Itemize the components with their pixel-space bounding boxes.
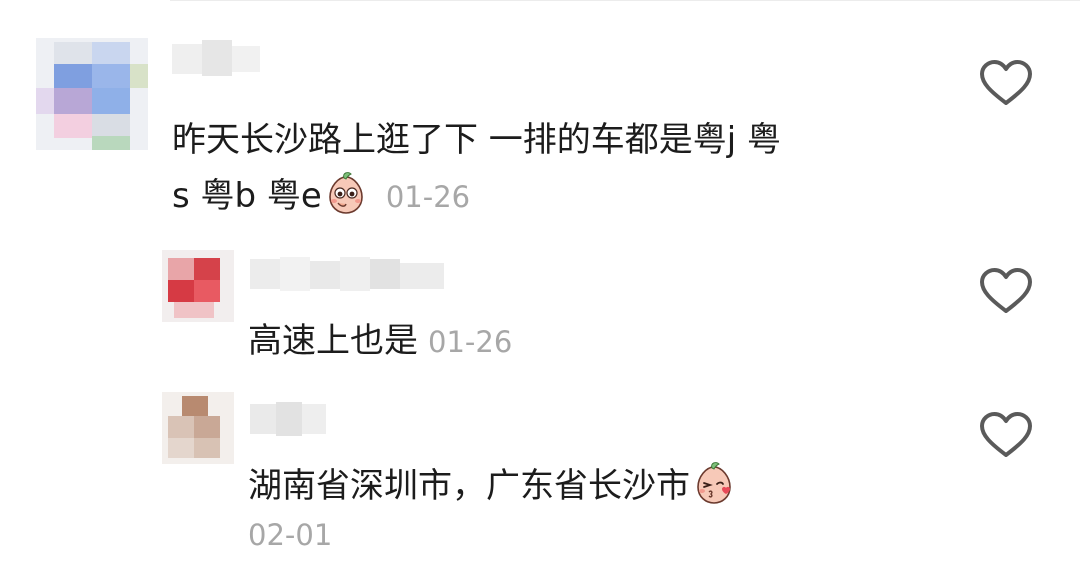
like-heart-icon[interactable] bbox=[978, 408, 1034, 464]
comment-text-line1: 昨天长沙路上逛了下 一排的车都是粤j 粤 bbox=[172, 120, 782, 160]
comment-date: 01-26 bbox=[385, 180, 471, 214]
avatar[interactable] bbox=[162, 250, 234, 322]
comment-text-row: 高速上也是 01-26 bbox=[248, 313, 512, 370]
comment-date: 01-26 bbox=[428, 325, 513, 359]
comment-text: 湖南省深圳市，广东省长沙市 bbox=[248, 466, 690, 506]
username-blurred[interactable] bbox=[172, 40, 262, 78]
like-heart-icon[interactable] bbox=[978, 264, 1034, 320]
peach-shy-emoji bbox=[329, 172, 363, 214]
comment-date: 02-01 bbox=[248, 518, 333, 552]
comment-text-line2: s 粤b 粤e bbox=[172, 176, 322, 216]
comment-text-row: 湖南省深圳市，广东省长沙市 bbox=[248, 458, 740, 514]
avatar[interactable] bbox=[36, 38, 148, 150]
like-heart-icon[interactable] bbox=[978, 56, 1034, 112]
avatar[interactable] bbox=[162, 392, 234, 464]
comment-text: 高速上也是 bbox=[248, 321, 418, 361]
username-blurred[interactable] bbox=[250, 255, 450, 295]
peach-kiss-emoji bbox=[697, 462, 731, 504]
username-blurred[interactable] bbox=[250, 400, 330, 440]
comment-text: 昨天长沙路上逛了下 一排的车都是粤j 粤 bbox=[172, 112, 781, 168]
comment-text-line2-row: s 粤b 粤e 01-26 bbox=[172, 168, 470, 225]
separator-line bbox=[170, 0, 1080, 1]
